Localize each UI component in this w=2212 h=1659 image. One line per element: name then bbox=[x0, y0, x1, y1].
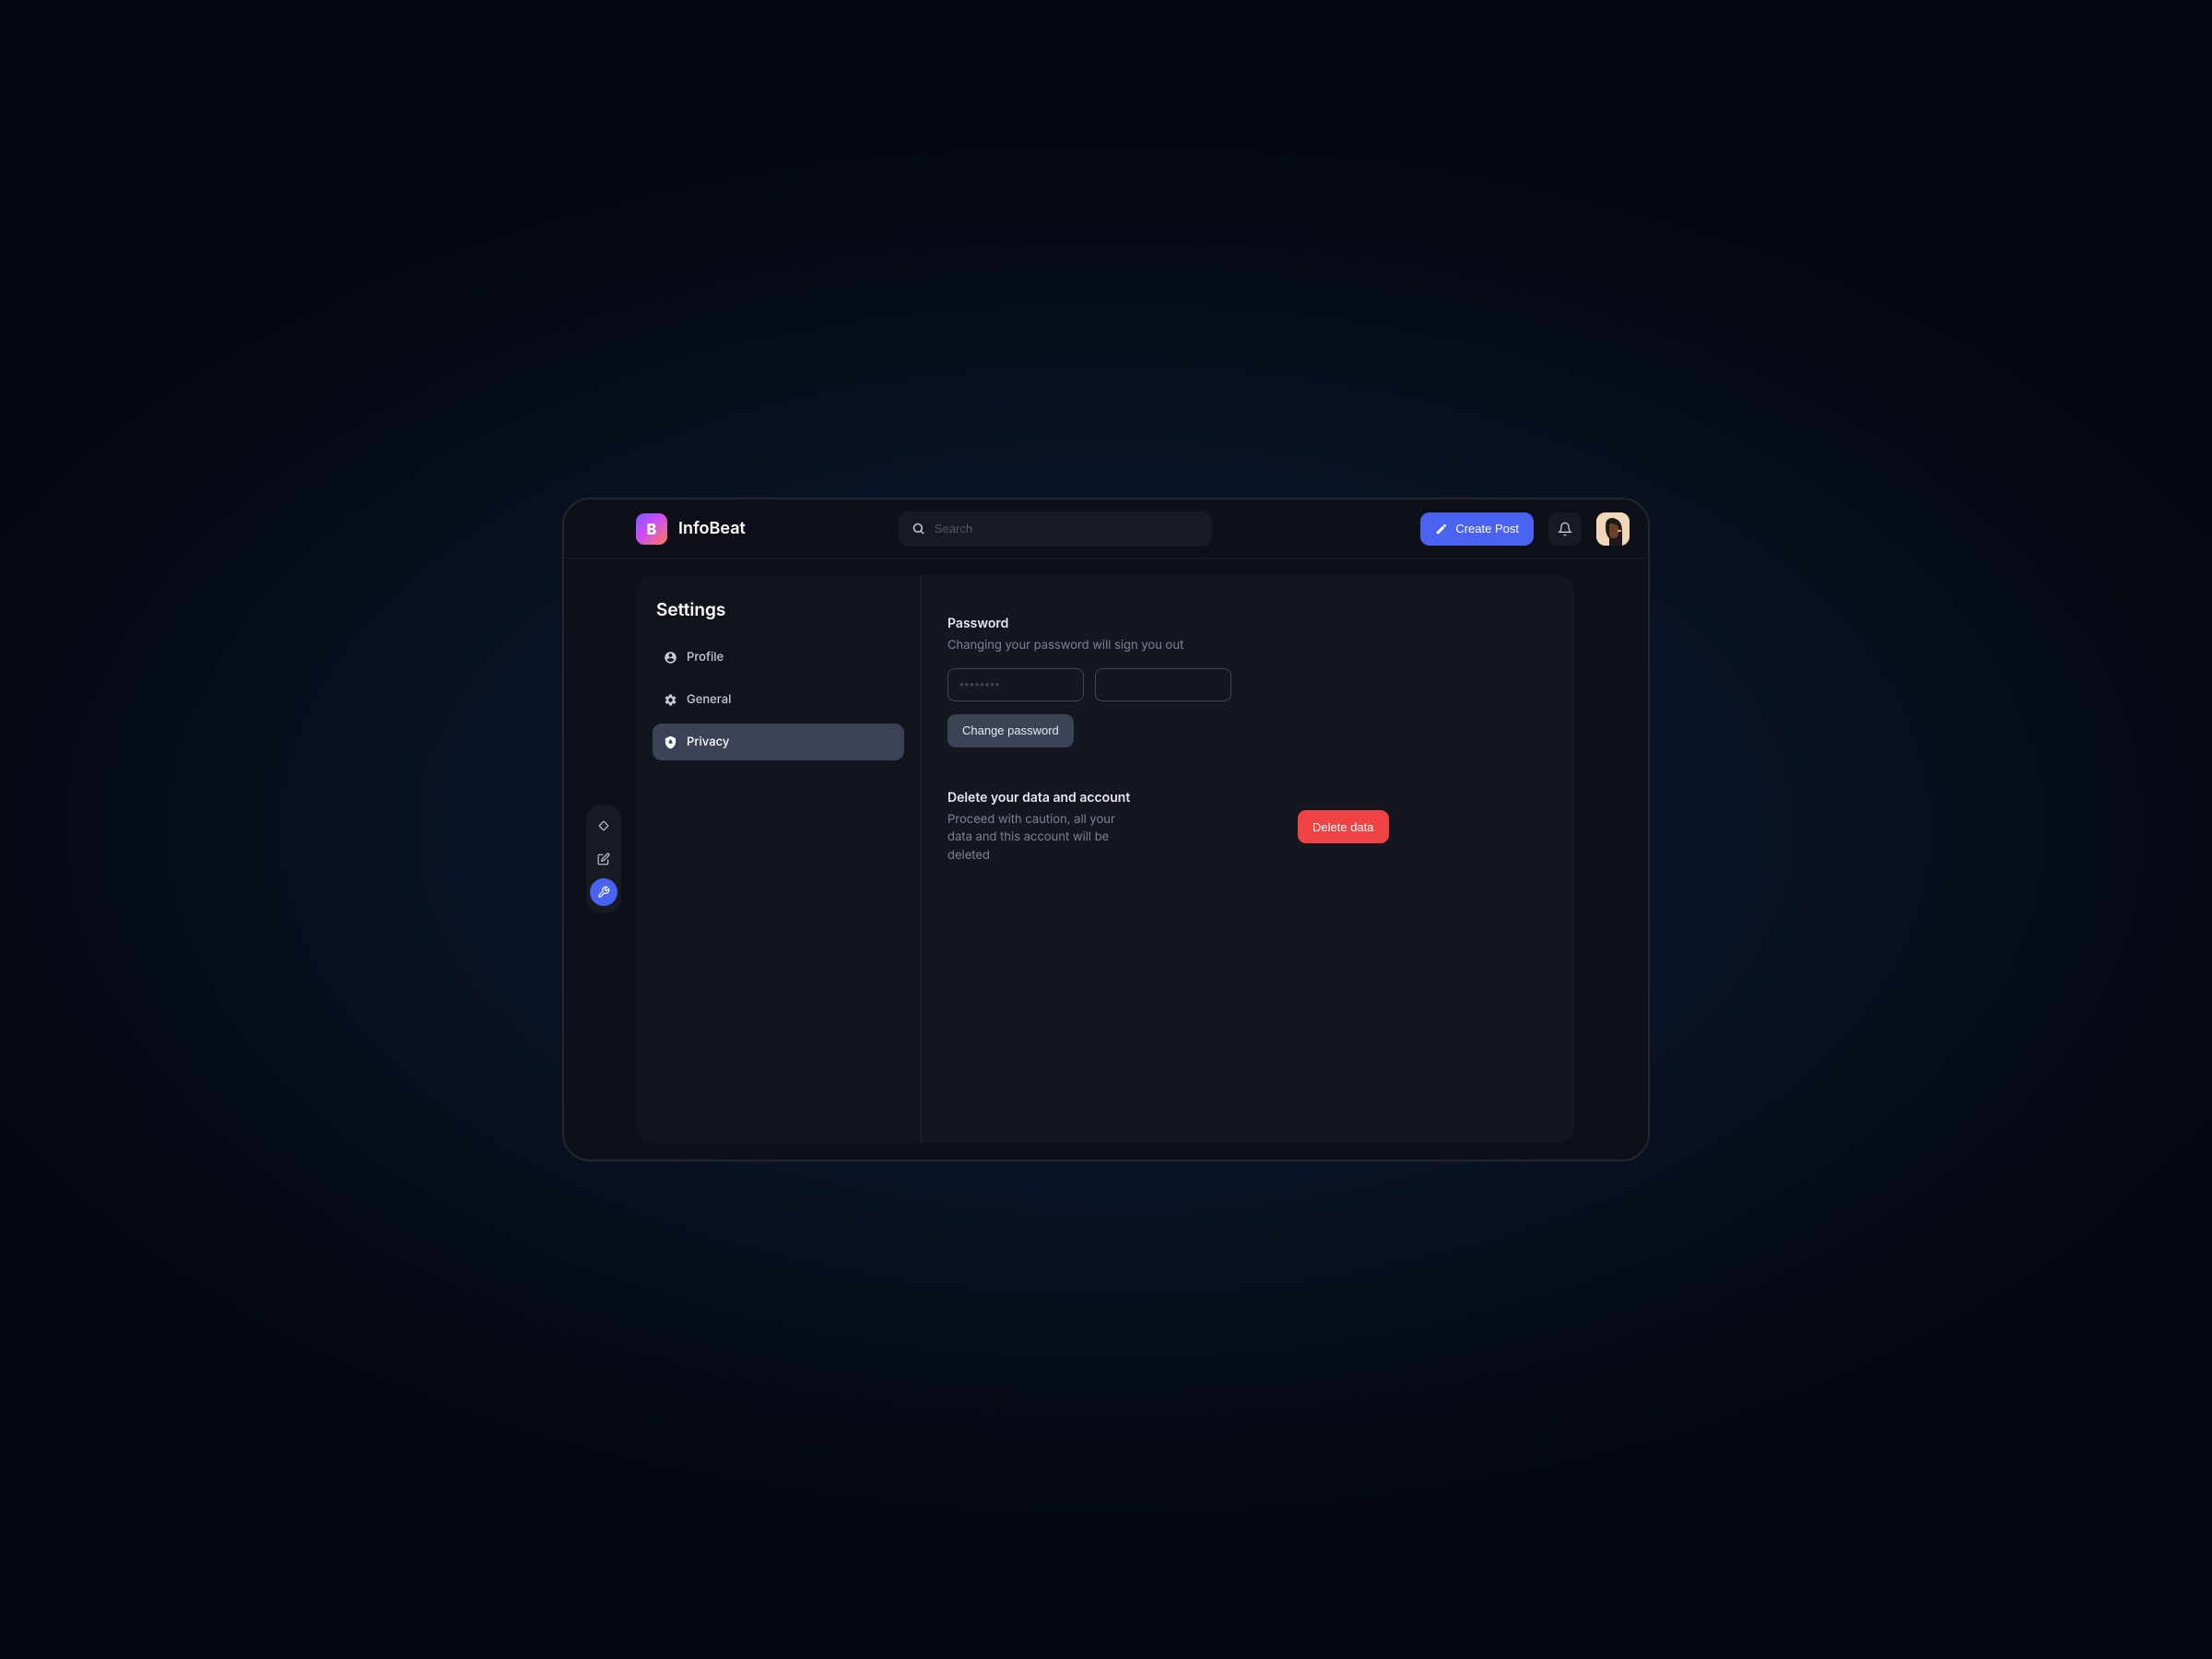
brand-logo: B bbox=[636, 513, 667, 545]
toolbar-item-browse[interactable] bbox=[590, 812, 618, 840]
search-wrap bbox=[899, 512, 1212, 547]
current-password-input[interactable] bbox=[947, 668, 1084, 701]
sidebar-item-label: Profile bbox=[687, 650, 724, 665]
device-frame: B InfoBeat Create Post bbox=[562, 498, 1650, 1161]
new-password-input[interactable] bbox=[1095, 668, 1231, 701]
create-post-label: Create Post bbox=[1455, 522, 1519, 535]
search[interactable] bbox=[899, 512, 1212, 547]
sidebar-item-privacy[interactable]: Privacy bbox=[653, 724, 904, 760]
avatar-image bbox=[1596, 512, 1630, 546]
create-post-button[interactable]: Create Post bbox=[1420, 512, 1534, 546]
settings-sidebar: Settings Profile General Privacy bbox=[636, 575, 922, 1143]
notifications-button[interactable] bbox=[1548, 512, 1582, 546]
header: B InfoBeat Create Post bbox=[564, 500, 1648, 559]
avatar[interactable] bbox=[1596, 512, 1630, 546]
sidebar-title: Settings bbox=[653, 599, 904, 620]
settings-content: Password Changing your password will sig… bbox=[922, 575, 1574, 1143]
password-input-row bbox=[947, 668, 1548, 701]
float-toolbar bbox=[586, 805, 621, 913]
body: Settings Profile General Privacy Passwor… bbox=[564, 559, 1648, 1159]
toolbar-item-compose[interactable] bbox=[590, 845, 618, 873]
brand-name: InfoBeat bbox=[678, 519, 746, 538]
toolbar-item-tools[interactable] bbox=[590, 878, 618, 906]
gear-icon bbox=[664, 693, 677, 707]
search-input[interactable] bbox=[935, 522, 1199, 535]
delete-section: Delete your data and account Proceed wit… bbox=[947, 790, 1548, 865]
sidebar-item-label: General bbox=[687, 692, 731, 707]
delete-title: Delete your data and account bbox=[947, 790, 1132, 806]
change-password-button[interactable]: Change password bbox=[947, 714, 1074, 747]
sidebar-item-general[interactable]: General bbox=[653, 681, 904, 718]
pencil-icon bbox=[1435, 523, 1448, 535]
password-title: Password bbox=[947, 616, 1548, 631]
user-circle-icon bbox=[664, 651, 677, 665]
password-section: Password Changing your password will sig… bbox=[947, 616, 1548, 747]
sidebar-item-label: Privacy bbox=[687, 735, 729, 749]
password-subtitle: Changing your password will sign you out bbox=[947, 637, 1224, 655]
sidebar-item-profile[interactable]: Profile bbox=[653, 639, 904, 676]
delete-subtitle: Proceed with caution, all your data and … bbox=[947, 811, 1132, 865]
delete-data-button[interactable]: Delete data bbox=[1298, 810, 1389, 843]
wrench-icon bbox=[597, 886, 610, 899]
diamond-icon bbox=[597, 819, 610, 832]
shield-icon bbox=[664, 735, 677, 749]
edit-icon bbox=[597, 853, 610, 865]
brand[interactable]: B InfoBeat bbox=[636, 513, 746, 545]
bell-icon bbox=[1558, 522, 1572, 536]
search-icon bbox=[912, 522, 925, 535]
settings-panel: Settings Profile General Privacy Passwor… bbox=[636, 575, 1574, 1143]
